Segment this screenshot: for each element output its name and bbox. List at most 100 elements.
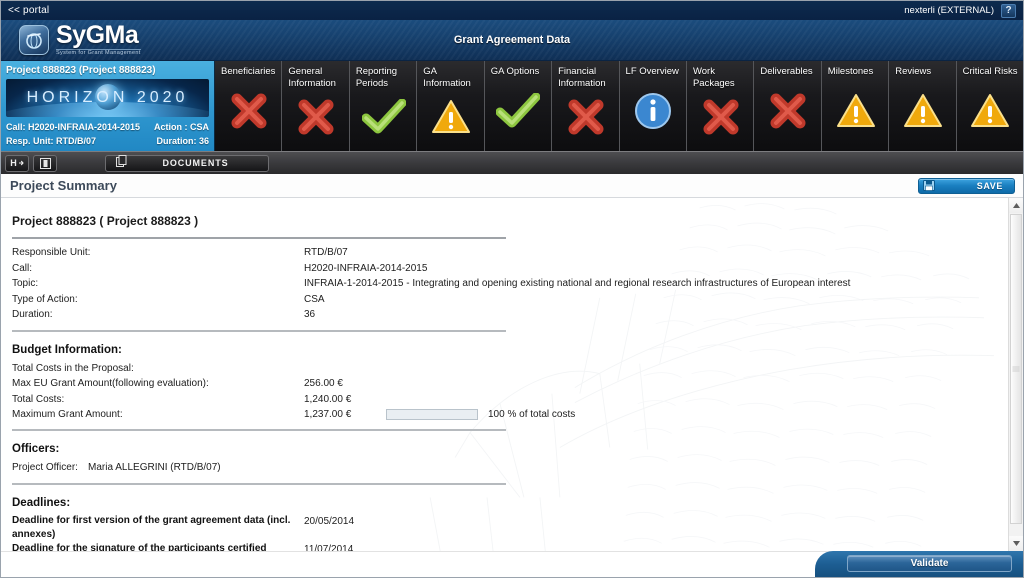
sygma-wordmark: SyGMa System for Grant Management bbox=[56, 23, 141, 57]
budget-label: Max EU Grant Amount(following evaluation… bbox=[12, 378, 209, 389]
tab-deliverables[interactable]: Deliverables bbox=[754, 61, 822, 152]
error-status-icon bbox=[221, 78, 276, 152]
help-icon[interactable]: ? bbox=[1001, 3, 1016, 18]
summary-heading: Project 888823 ( Project 888823 ) bbox=[12, 214, 199, 228]
vertical-scrollbar[interactable] bbox=[1008, 198, 1023, 551]
project-card-row-call: Call: H2020-INFRAIA-2014-2015 Action : C… bbox=[6, 120, 209, 134]
call-label: Call: H2020-INFRAIA-2014-2015 bbox=[6, 122, 141, 132]
field-label: Topic: bbox=[12, 278, 39, 289]
validate-button[interactable]: Validate bbox=[847, 555, 1012, 572]
sygma-tagline: System for Grant Management bbox=[56, 49, 141, 57]
summary-field-row: Topic: INFRAIA-1-2014-2015 - Integrating … bbox=[12, 276, 1008, 292]
field-label: Call: bbox=[12, 262, 33, 274]
budget-proposal-row: Total Costs in the Proposal: bbox=[12, 361, 1008, 377]
navigation-tabs: Beneficiaries General Information Reportin… bbox=[215, 61, 1023, 151]
deadline-label: Deadline for first version of the grant … bbox=[12, 515, 291, 540]
warning-status-icon bbox=[423, 89, 478, 151]
budget-rows: Max EU Grant Amount(following evaluation… bbox=[12, 376, 1008, 407]
portal-bar: << portal nexterli (EXTERNAL) ? bbox=[1, 1, 1023, 20]
horizon-2020-banner: HORIZON 2020 bbox=[6, 79, 209, 117]
tab-label: Reviews bbox=[895, 66, 932, 77]
warning-status-icon bbox=[895, 78, 950, 152]
error-status-icon bbox=[760, 78, 815, 152]
error-status-icon bbox=[288, 89, 343, 151]
summary-field-row: Responsible Unit: RTD/B/07 bbox=[12, 245, 1008, 261]
tab-label: GA Options bbox=[490, 66, 540, 77]
project-summary-card[interactable]: Project 888823 (Project 888823) HORIZON … bbox=[1, 61, 215, 151]
max-grant-label: Maximum Grant Amount: bbox=[12, 409, 123, 420]
ok-status-icon bbox=[491, 78, 546, 152]
documents-icon bbox=[116, 154, 127, 172]
deadline-date: 20/05/2014 bbox=[304, 516, 355, 527]
scrollbar-thumb[interactable] bbox=[1010, 214, 1022, 524]
budget-row: Total Costs: 1,240.00 € bbox=[12, 392, 1008, 408]
grant-progress-bar bbox=[386, 409, 478, 421]
tab-lf-overview[interactable]: LF Overview bbox=[619, 61, 687, 151]
deadline-row: Deadline for first version of the grant … bbox=[12, 514, 1008, 541]
band-title: Grant Agreement Data bbox=[453, 34, 571, 46]
sygma-application-window: << portal nexterli (EXTERNAL) ? SyGMa Sy… bbox=[0, 0, 1024, 578]
divider-after-budget bbox=[12, 428, 506, 431]
tab-critical-risks[interactable]: Critical Risks bbox=[956, 61, 1023, 151]
officers-heading: Officers: bbox=[12, 442, 60, 455]
tab-work-packages[interactable]: Work Packages bbox=[686, 61, 755, 151]
project-card-title: Project 888823 (Project 888823) bbox=[6, 65, 156, 76]
footer-bar: Validate bbox=[1, 551, 1023, 577]
portal-user-area: nexterli (EXTERNAL) ? bbox=[904, 3, 1016, 18]
horizon-2020-text: HORIZON 2020 bbox=[26, 89, 189, 106]
tab-milestones[interactable]: Milestones bbox=[821, 61, 890, 152]
max-grant-value: 1,237.00 € bbox=[304, 409, 352, 420]
documents-label: DOCUMENTS bbox=[162, 158, 229, 168]
portal-back-link[interactable]: << portal bbox=[8, 5, 49, 16]
save-icon bbox=[921, 179, 936, 192]
project-officer-row: Project Officer: Maria ALLEGRINI (RTD/B/… bbox=[12, 460, 1008, 476]
sygma-mark-icon bbox=[19, 25, 49, 55]
tab-label: Deliverables bbox=[760, 66, 813, 77]
project-card-meta: Call: H2020-INFRAIA-2014-2015 Action : C… bbox=[6, 120, 209, 148]
error-status-icon bbox=[558, 89, 613, 151]
tab-reviews[interactable]: Reviews bbox=[889, 61, 957, 152]
tab-label: General Information bbox=[288, 66, 336, 89]
summary-field-row: Duration: 36 bbox=[12, 307, 1008, 323]
budget-value: 1,240.00 € bbox=[304, 393, 352, 405]
save-button[interactable]: SAVE bbox=[918, 177, 1015, 194]
resp-unit-label: Resp. Unit: RTD/B/07 bbox=[6, 136, 97, 146]
tab-general-information[interactable]: General Information bbox=[282, 61, 350, 151]
divider-after-officers bbox=[12, 483, 506, 485]
tab-ga-information[interactable]: GA Information bbox=[417, 61, 485, 151]
field-value: RTD/B/07 bbox=[304, 247, 348, 258]
tab-ga-options[interactable]: GA Options bbox=[484, 61, 553, 152]
tab-label: Reporting Periods bbox=[355, 66, 398, 89]
budget-proposal-label: Total Costs in the Proposal: bbox=[12, 362, 134, 374]
scroll-down-icon[interactable] bbox=[1009, 536, 1023, 551]
tab-label: Financial Information bbox=[558, 66, 606, 89]
tab-strip: Project 888823 (Project 888823) HORIZON … bbox=[1, 61, 1023, 151]
budget-value: 256.00 € bbox=[304, 378, 343, 389]
tab-beneficiaries[interactable]: Beneficiaries bbox=[215, 61, 283, 152]
history-back-glyph: H bbox=[10, 158, 17, 168]
secondary-toolbar: H DOCUMENTS bbox=[1, 151, 1023, 174]
page-header: Project Summary SAVE bbox=[1, 174, 1023, 198]
scroll-up-icon[interactable] bbox=[1009, 198, 1023, 213]
field-value: CSA bbox=[304, 293, 325, 305]
field-label: Duration: bbox=[12, 309, 53, 320]
warning-status-icon bbox=[828, 78, 883, 152]
project-summary-document: Project 888823 ( Project 888823 ) Respon… bbox=[1, 198, 1008, 577]
tab-reporting-periods[interactable]: Reporting Periods bbox=[349, 61, 418, 151]
sygma-logo[interactable]: SyGMa System for Grant Management bbox=[1, 23, 141, 57]
history-back-icon[interactable]: H bbox=[5, 154, 29, 172]
tab-label: LF Overview bbox=[625, 66, 679, 77]
field-value: H2020-INFRAIA-2014-2015 bbox=[304, 262, 428, 274]
documents-button[interactable]: DOCUMENTS bbox=[105, 154, 269, 172]
brand-band: SyGMa System for Grant Management Grant … bbox=[1, 20, 1023, 61]
ok-status-icon bbox=[356, 89, 411, 151]
split-view-icon[interactable] bbox=[33, 154, 57, 172]
grant-progress-label: 100 % of total costs bbox=[488, 409, 576, 420]
sygma-name: SyGMa bbox=[56, 21, 139, 50]
field-value: INFRAIA-1-2014-2015 - Integrating and op… bbox=[304, 278, 851, 289]
summary-field-row: Call: H2020-INFRAIA-2014-2015 bbox=[12, 261, 1008, 277]
budget-heading: Budget Information: bbox=[12, 343, 122, 356]
field-value: 36 bbox=[304, 309, 316, 320]
tab-financial-information[interactable]: Financial Information bbox=[552, 61, 620, 151]
tab-label: Critical Risks bbox=[962, 66, 1018, 77]
